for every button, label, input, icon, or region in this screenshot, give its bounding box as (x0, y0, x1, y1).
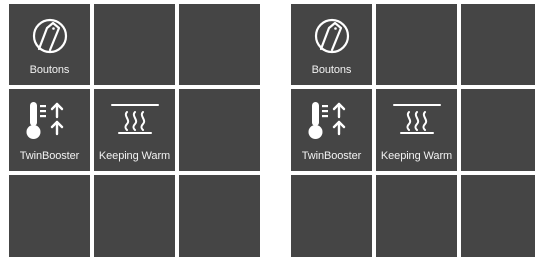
tile-twinbooster[interactable]: TwinBooster (9, 89, 90, 171)
tile-empty[interactable] (179, 175, 260, 257)
tile-label: Boutons (29, 64, 70, 76)
tile-empty[interactable] (94, 4, 175, 85)
keeping-warm-icon (376, 99, 457, 143)
thermometer-boost-icon (291, 99, 372, 143)
tile-grid-left: Boutons TwinBooster Keeping Warm (9, 4, 260, 257)
tile-keeping-warm[interactable]: Keeping Warm (376, 89, 457, 171)
tile-empty[interactable] (179, 89, 260, 171)
tile-empty[interactable] (376, 175, 457, 257)
tile-label: Keeping Warm (380, 150, 453, 162)
tile-empty[interactable] (179, 4, 260, 85)
tile-empty[interactable] (94, 175, 175, 257)
keeping-warm-icon (94, 99, 175, 143)
tile-grid-right: Boutons TwinBooster Keeping Warm (291, 4, 535, 257)
thermometer-boost-icon (9, 99, 90, 143)
tile-label: Keeping Warm (98, 150, 171, 162)
tile-empty[interactable] (461, 4, 535, 85)
tile-boutons[interactable]: Boutons (9, 4, 90, 85)
buttons-icon (291, 14, 372, 58)
tile-twinbooster[interactable]: TwinBooster (291, 89, 372, 171)
tile-empty[interactable] (291, 175, 372, 257)
tile-empty[interactable] (9, 175, 90, 257)
tile-keeping-warm[interactable]: Keeping Warm (94, 89, 175, 171)
tile-empty[interactable] (461, 175, 535, 257)
tile-empty[interactable] (376, 4, 457, 85)
buttons-icon (9, 14, 90, 58)
tile-empty[interactable] (461, 89, 535, 171)
tile-boutons[interactable]: Boutons (291, 4, 372, 85)
tile-label: TwinBooster (301, 150, 362, 162)
tile-label: Boutons (311, 64, 352, 76)
tile-label: TwinBooster (19, 150, 80, 162)
